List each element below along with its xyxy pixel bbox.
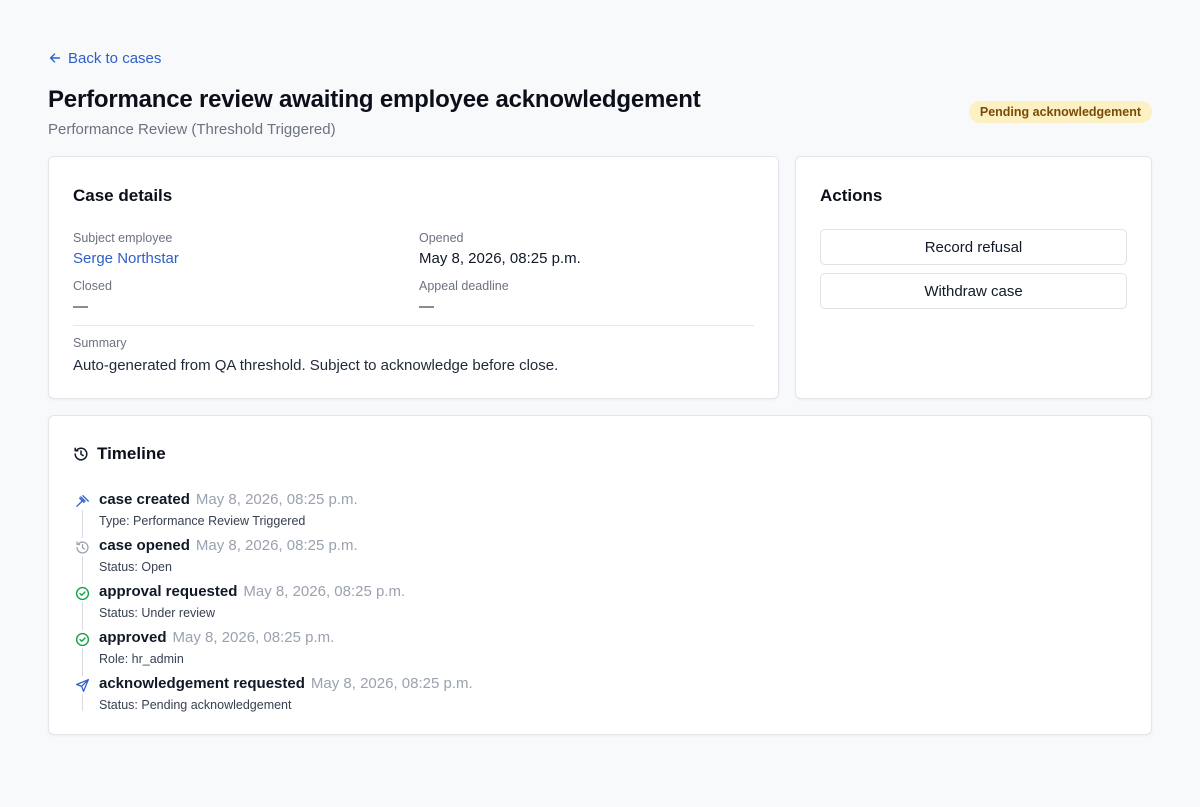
timeline-detail: Type: Performance Review Triggered <box>99 514 306 528</box>
timeline-event: acknowledgement requested <box>99 675 305 692</box>
summary-label: Summary <box>73 336 127 350</box>
timeline-title: Timeline <box>97 444 166 463</box>
send-icon <box>73 676 91 694</box>
closed-value: — <box>73 298 88 315</box>
details-divider <box>73 325 754 326</box>
case-details-card: Case details Subject employee Serge Nort… <box>48 156 779 399</box>
subject-employee-link[interactable]: Serge Northstar <box>73 249 179 269</box>
subject-employee-field: Subject employee Serge Northstar <box>73 230 179 269</box>
opened-field: Opened May 8, 2026, 08:25 p.m. <box>419 230 581 269</box>
appeal-deadline-value: — <box>419 298 434 315</box>
subject-employee-label: Subject employee <box>73 231 173 245</box>
back-to-cases-link[interactable]: Back to cases <box>48 48 161 68</box>
check-circle-icon <box>73 584 91 602</box>
timeline-time: May 8, 2026, 08:25 p.m. <box>243 583 406 600</box>
timeline-card: Timeline case created May 8, 2026, 08:25 … <box>48 415 1152 735</box>
case-details-title: Case details <box>73 186 173 205</box>
check-circle-icon <box>73 630 91 648</box>
history-icon <box>73 538 91 556</box>
timeline-event: case opened <box>99 537 190 554</box>
gavel-icon <box>73 492 91 510</box>
withdraw-case-button[interactable]: Withdraw case <box>820 273 1127 309</box>
opened-value: May 8, 2026, 08:25 p.m. <box>419 250 581 267</box>
opened-label: Opened <box>419 231 464 245</box>
timeline-event: approved <box>99 629 167 646</box>
summary-value: Auto-generated from QA threshold. Subjec… <box>73 357 559 374</box>
timeline-detail: Status: Under review <box>99 606 216 620</box>
timeline-time: May 8, 2026, 08:25 p.m. <box>195 537 358 554</box>
timeline-detail: Status: Pending acknowledgement <box>99 698 292 712</box>
history-icon <box>74 447 88 461</box>
timeline-event: approval requested <box>99 583 238 600</box>
closed-field: Closed — <box>73 278 112 317</box>
actions-card: Actions Record refusal Withdraw case <box>795 156 1152 399</box>
timeline-event: case created <box>99 491 190 508</box>
timeline-detail: Status: Open <box>99 560 172 574</box>
back-link-label: Back to cases <box>68 49 162 67</box>
timeline-time: May 8, 2026, 08:25 p.m. <box>172 629 335 646</box>
timeline-header: Timeline <box>73 443 166 465</box>
appeal-deadline-field: Appeal deadline — <box>419 278 509 317</box>
case-detail-page: Back to cases Performance review awaitin… <box>0 0 1200 807</box>
closed-label: Closed <box>73 279 112 293</box>
case-type: Performance Review (Threshold Triggered) <box>48 121 336 138</box>
arrow-left-icon <box>49 53 61 63</box>
status-badge: Pending acknowledgement <box>968 101 1152 123</box>
appeal-deadline-label: Appeal deadline <box>419 279 509 293</box>
timeline-detail: Role: hr_admin <box>99 652 184 666</box>
record-refusal-button[interactable]: Record refusal <box>820 229 1127 265</box>
timeline-time: May 8, 2026, 08:25 p.m. <box>195 491 358 508</box>
actions-title: Actions <box>820 186 883 205</box>
page-title: Performance review awaiting employee ack… <box>48 86 701 113</box>
timeline-time: May 8, 2026, 08:25 p.m. <box>310 675 473 692</box>
summary-field: Summary Auto-generated from QA threshold… <box>73 335 558 374</box>
